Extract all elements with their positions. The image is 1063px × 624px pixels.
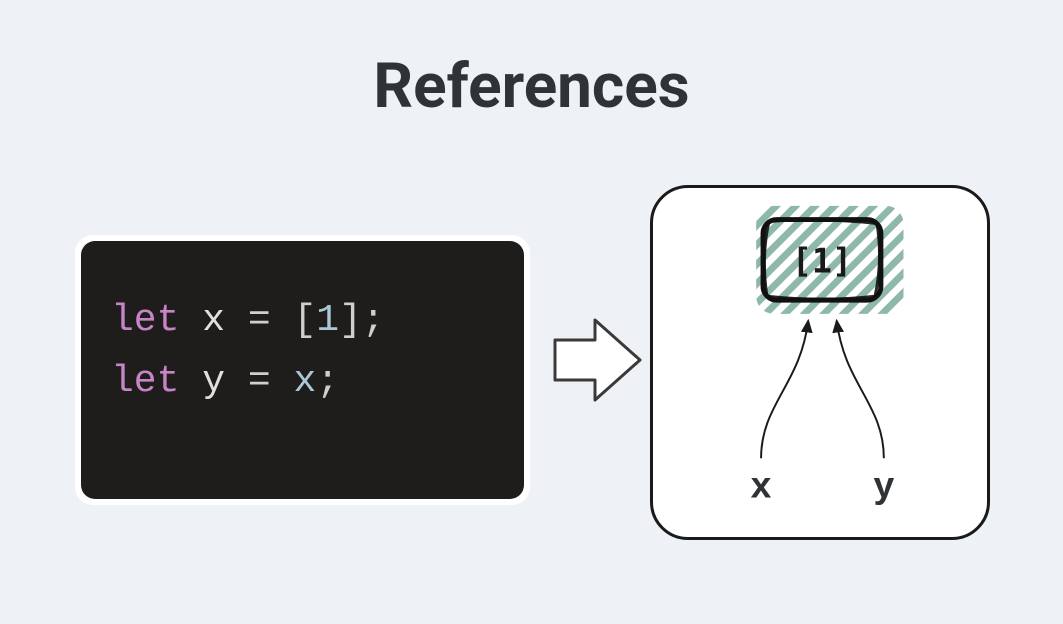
code-number: 1 bbox=[316, 299, 339, 342]
code-var: x bbox=[202, 299, 225, 342]
diagram-label-y: y bbox=[873, 464, 894, 506]
code-keyword: let bbox=[111, 299, 179, 342]
code-semi: ; bbox=[362, 299, 385, 342]
diagram-box-value: [1] bbox=[792, 242, 852, 281]
code-op: = bbox=[248, 360, 271, 403]
code-keyword: let bbox=[111, 360, 179, 403]
code-bracket: [ bbox=[293, 299, 316, 342]
code-ref: x bbox=[293, 360, 316, 403]
code-bracket: ] bbox=[339, 299, 362, 342]
code-block: let x = [1]; let y = x; bbox=[75, 235, 530, 505]
arrow-icon bbox=[545, 310, 645, 410]
code-var: y bbox=[202, 360, 225, 403]
code-inner: let x = [1]; let y = x; bbox=[81, 241, 524, 499]
reference-diagram: [1] x y bbox=[650, 185, 990, 540]
code-op: = bbox=[248, 299, 271, 342]
diagram-label-x: x bbox=[751, 464, 772, 506]
page-title: References bbox=[0, 50, 1063, 123]
code-semi: ; bbox=[316, 360, 339, 403]
